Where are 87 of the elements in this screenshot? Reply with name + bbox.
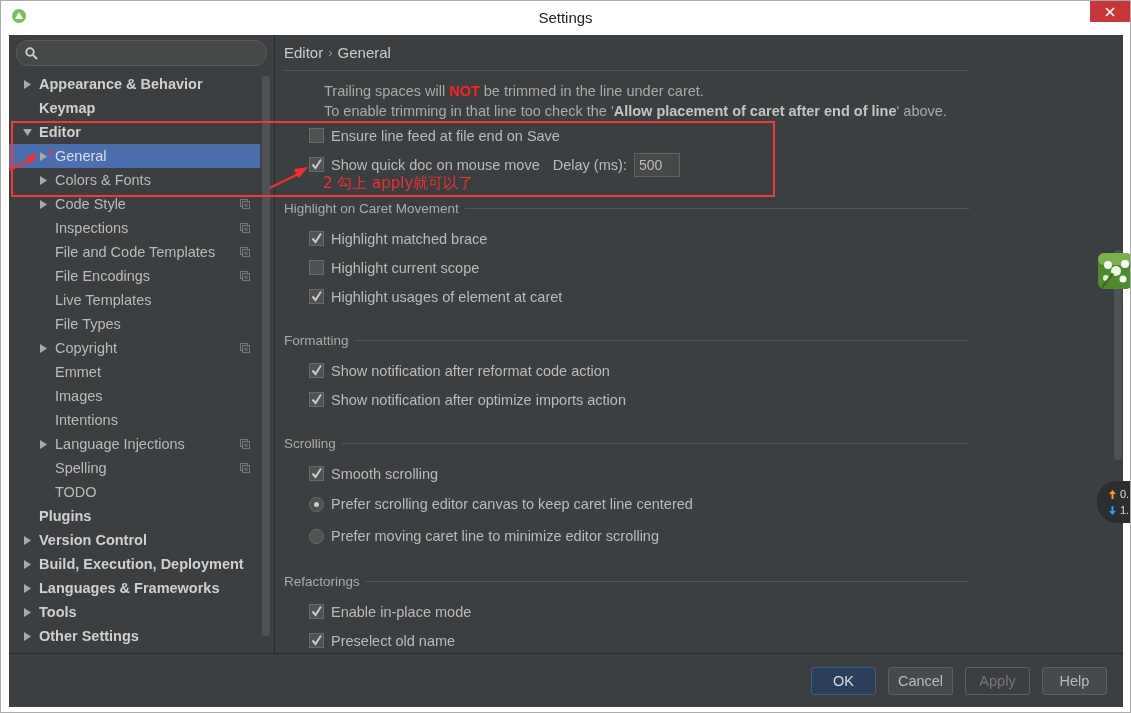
radio-button[interactable] — [309, 496, 324, 512]
download-speed: 1. — [1120, 504, 1130, 516]
option-label: Show notification after optimize imports action — [331, 391, 626, 408]
tree-item[interactable]: Spelling — [9, 456, 260, 480]
tree-item[interactable]: Emmet — [9, 360, 260, 384]
collapsed-arrow-icon[interactable] — [39, 343, 48, 353]
collapsed-arrow-icon[interactable] — [23, 607, 32, 617]
collapsed-arrow-icon[interactable] — [23, 79, 32, 89]
option-label: Prefer scrolling editor canvas to keep caret line centered — [331, 496, 693, 512]
option-label: Ensure line feed at file end on Save — [331, 127, 560, 144]
tree-item[interactable]: Live Templates — [9, 288, 260, 312]
upload-speed: 0. — [1120, 488, 1130, 500]
section-title: Highlight on Caret Movement — [284, 200, 459, 216]
dialog-button[interactable]: Help — [1042, 666, 1107, 695]
collapsed-arrow-icon[interactable] — [23, 583, 32, 593]
search-field[interactable] — [16, 40, 267, 66]
option-label: Show notification after reformat code action — [331, 362, 610, 379]
tree-item[interactable]: Language Injections — [9, 432, 260, 456]
option-label: Highlight matched brace — [331, 230, 488, 247]
tree-item[interactable]: Editor — [9, 120, 260, 144]
option-label: Highlight current scope — [331, 259, 480, 276]
tree-item[interactable]: Version Control — [9, 528, 260, 552]
upload-arrow-icon — [1109, 489, 1116, 499]
checkbox[interactable] — [309, 604, 324, 619]
collapsed-arrow-icon[interactable] — [39, 439, 48, 449]
tree-item[interactable]: Other Settings — [9, 624, 260, 648]
checkbox[interactable] — [309, 289, 324, 304]
radio-button[interactable] — [309, 528, 324, 544]
checkbox[interactable] — [309, 466, 324, 481]
scrollbar[interactable] — [262, 76, 270, 636]
close-icon — [1105, 6, 1115, 17]
tree-item[interactable]: Appearance & Behavior — [9, 72, 260, 96]
tree-item[interactable]: TODO — [9, 480, 260, 504]
collapsed-arrow-icon[interactable] — [23, 631, 32, 641]
checkbox[interactable] — [309, 260, 324, 275]
option-label: Enable in-place mode — [331, 603, 472, 620]
tree-item[interactable]: Build, Execution, Deployment — [9, 552, 260, 576]
field-label: Delay (ms): — [552, 156, 627, 173]
checkbox[interactable] — [309, 157, 324, 172]
tree-item[interactable]: Plugins — [9, 504, 260, 528]
checkbox[interactable] — [309, 128, 324, 143]
breadcrumb-item: General — [337, 44, 391, 62]
tree-item[interactable]: Intentions — [9, 408, 260, 432]
checkbox[interactable] — [309, 392, 324, 407]
tree-item[interactable]: File Encodings — [9, 264, 260, 288]
tree-item[interactable]: Inspections — [9, 216, 260, 240]
annotation-text: 2 勾上 apply就可以了 — [323, 174, 474, 193]
tree-item[interactable]: Tools — [9, 600, 260, 624]
tree-item[interactable]: Code Style — [9, 192, 260, 216]
collapsed-arrow-icon[interactable] — [23, 559, 32, 569]
dialog-button[interactable]: Cancel — [888, 666, 953, 695]
tree-item[interactable]: File Types — [9, 312, 260, 336]
collapsed-arrow-icon[interactable] — [39, 175, 48, 185]
collapsed-arrow-icon[interactable] — [23, 535, 32, 545]
breadcrumb-item: › — [328, 44, 333, 62]
breadcrumb-item: Editor — [284, 44, 324, 62]
checkbox[interactable] — [309, 633, 324, 648]
option-label: Smooth scrolling — [331, 465, 439, 482]
note-text: To enable trimming in that line too check the 'Allow placement of caret after end of line' above. — [324, 102, 948, 121]
tree-item[interactable]: Colors & Fonts — [9, 168, 260, 192]
arrow — [269, 165, 309, 189]
android-icon — [11, 8, 27, 24]
download-arrow-icon — [1109, 505, 1116, 515]
option-label: Prefer moving caret line to minimize editor scrolling — [331, 528, 659, 544]
search-icon — [25, 46, 38, 60]
checkbox[interactable] — [309, 363, 324, 378]
checkbox[interactable] — [309, 231, 324, 246]
section-title: Formatting — [284, 332, 349, 348]
delay-field[interactable]: 500 — [633, 152, 680, 177]
tree-item[interactable]: File and Code Templates — [9, 240, 260, 264]
tree-item[interactable]: Keymap — [9, 96, 260, 120]
note-text: Trailing spaces will NOT be trimmed in the line under caret. — [324, 82, 705, 101]
tree-item[interactable]: Images — [9, 384, 260, 408]
section-title: Scrolling — [284, 435, 336, 451]
dialog-button[interactable]: OK — [811, 666, 876, 695]
section-title: Refactorings — [284, 573, 360, 589]
expanded-arrow-icon[interactable] — [23, 127, 32, 137]
option-label: Show quick doc on mouse move — [331, 156, 540, 173]
close-button[interactable] — [1090, 1, 1130, 22]
arrow — [9, 153, 39, 171]
tree-item[interactable]: Languages & Frameworks — [9, 576, 260, 600]
option-label: Highlight usages of element at caret — [331, 288, 563, 305]
window-title: Settings — [538, 9, 593, 26]
option-label: Preselect old name — [331, 632, 456, 649]
collapsed-arrow-icon[interactable] — [39, 199, 48, 209]
annotation-text: 1 — [47, 145, 54, 158]
tree-item[interactable]: Copyright — [9, 336, 260, 360]
